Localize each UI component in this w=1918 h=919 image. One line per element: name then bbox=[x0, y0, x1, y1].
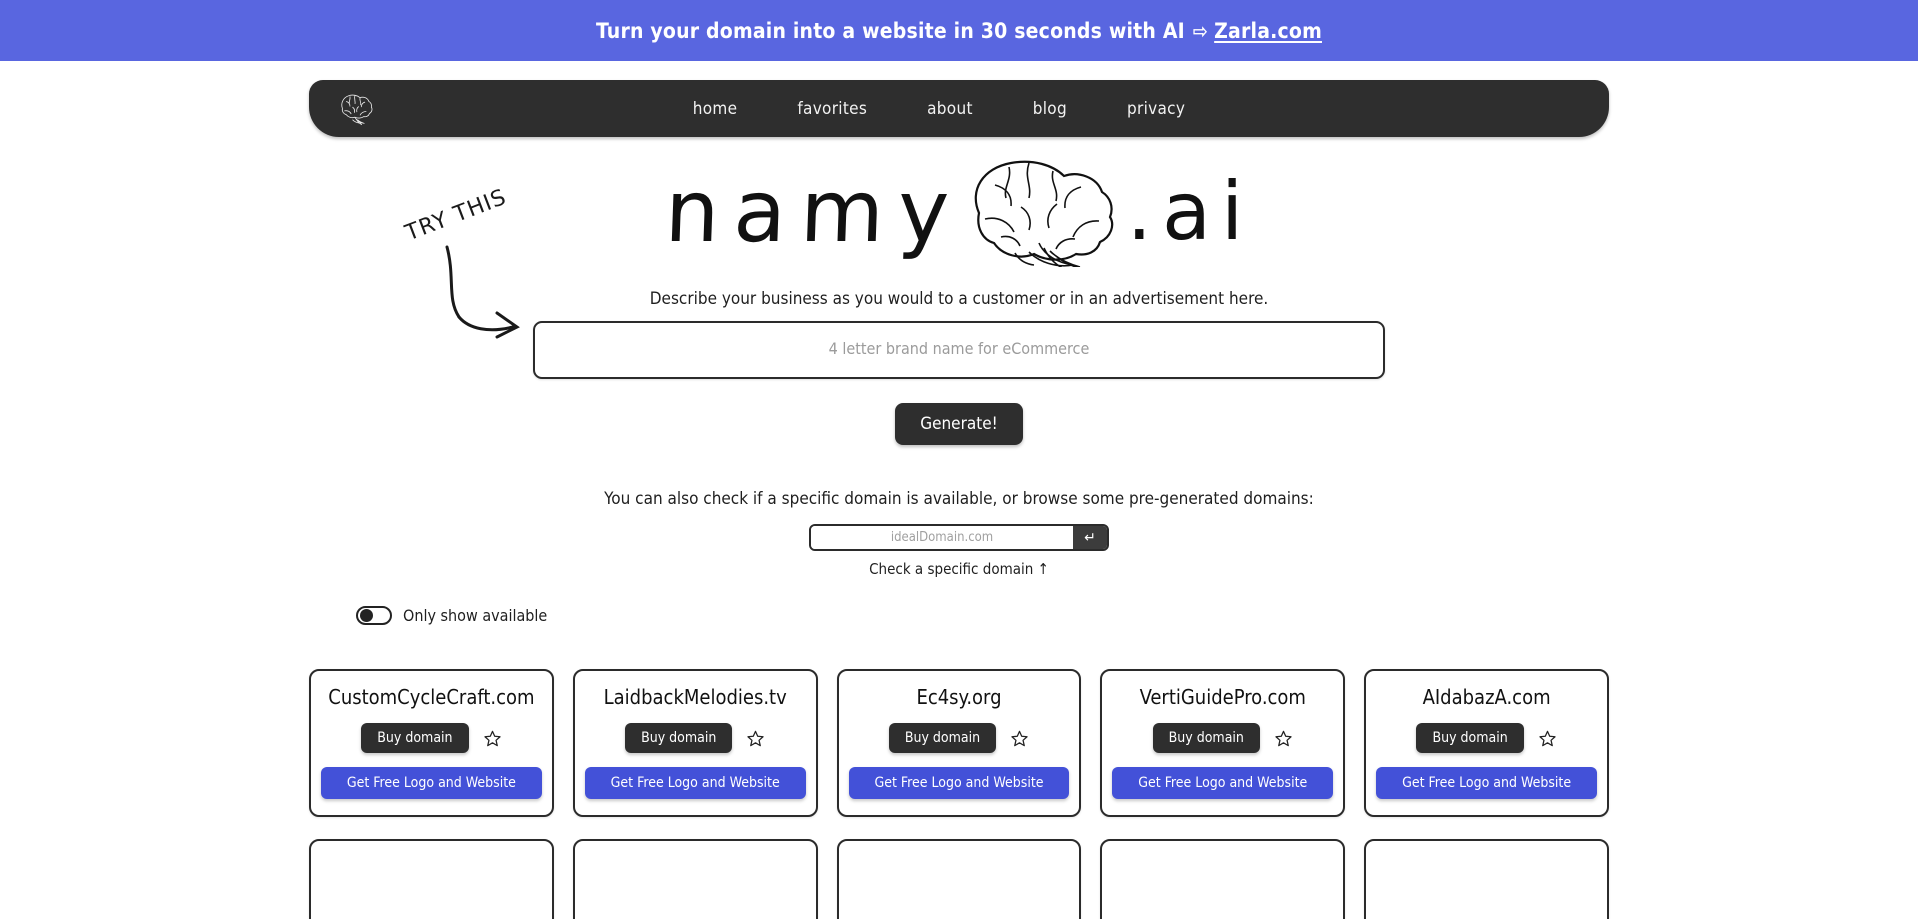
domain-card bbox=[309, 839, 554, 919]
buy-domain-button[interactable]: Buy domain bbox=[361, 723, 469, 753]
domain-card: Ec4sy.org Buy domain Get Free Logo and W… bbox=[836, 669, 1082, 817]
check-domain-intro: You can also check if a specific domain … bbox=[604, 489, 1314, 509]
check-domain-box: ↵ bbox=[809, 524, 1109, 551]
domain-card bbox=[1100, 839, 1346, 919]
card-actions: Buy domain bbox=[585, 723, 806, 753]
buy-domain-button[interactable]: Buy domain bbox=[625, 723, 733, 753]
get-free-logo-button[interactable]: Get Free Logo and Website bbox=[1376, 767, 1597, 799]
nav-item-home[interactable]: home bbox=[693, 99, 738, 119]
promo-banner-text: Turn your domain into a website in 30 se… bbox=[596, 18, 1185, 43]
availability-filter-row: Only show available bbox=[356, 606, 1609, 625]
star-outline-icon[interactable] bbox=[1538, 729, 1557, 748]
domain-name: AIdabazA.com bbox=[1422, 685, 1551, 709]
star-outline-icon[interactable] bbox=[1274, 729, 1293, 748]
card-actions: Buy domain bbox=[849, 723, 1070, 753]
get-free-logo-button[interactable]: Get Free Logo and Website bbox=[584, 767, 806, 799]
get-free-logo-button[interactable]: Get Free Logo and Website bbox=[321, 767, 542, 799]
business-description-input[interactable] bbox=[533, 321, 1385, 379]
brain-logo-icon[interactable] bbox=[335, 89, 375, 129]
domain-card: VertiGuidePro.com Buy domain Get Free Lo… bbox=[1100, 669, 1346, 817]
buy-domain-button[interactable]: Buy domain bbox=[888, 723, 997, 753]
describe-input-wrap bbox=[309, 321, 1609, 379]
only-show-available-toggle[interactable] bbox=[356, 606, 392, 625]
star-outline-icon[interactable] bbox=[483, 729, 502, 748]
wordmark-tld: .ai bbox=[1126, 165, 1254, 258]
buy-domain-button[interactable]: Buy domain bbox=[1416, 723, 1524, 753]
promo-banner-link[interactable]: Zarla.com bbox=[1214, 19, 1322, 43]
toggle-knob bbox=[360, 609, 373, 622]
rightwards-arrow-icon: ⇨ bbox=[1192, 18, 1209, 43]
domain-card: CustomCycleCraft.com Buy domain Get Free… bbox=[309, 669, 554, 817]
get-free-logo-button[interactable]: Get Free Logo and Website bbox=[1112, 767, 1334, 799]
domain-cards-grid: CustomCycleCraft.com Buy domain Get Free… bbox=[309, 669, 1609, 817]
domain-name: LaidbackMelodies.tv bbox=[603, 685, 787, 709]
star-outline-icon[interactable] bbox=[1010, 729, 1029, 748]
nav-links: home favorites about blog privacy bbox=[375, 99, 1503, 119]
describe-label: Describe your business as you would to a… bbox=[649, 289, 1269, 309]
generate-button[interactable]: Generate! bbox=[895, 403, 1023, 445]
nav-item-privacy[interactable]: privacy bbox=[1127, 99, 1185, 119]
navbar: home favorites about blog privacy bbox=[309, 80, 1609, 137]
card-actions: Buy domain bbox=[1376, 723, 1597, 753]
only-show-available-label[interactable]: Only show available bbox=[403, 606, 547, 625]
domain-card bbox=[1364, 839, 1609, 919]
card-actions: Buy domain bbox=[321, 723, 542, 753]
try-this-label: TRY THIS bbox=[402, 184, 511, 247]
card-actions: Buy domain bbox=[1112, 723, 1333, 753]
enter-return-icon[interactable]: ↵ bbox=[1073, 526, 1107, 549]
page-body: home favorites about blog privacy TRY TH… bbox=[0, 61, 1918, 919]
domain-card bbox=[836, 839, 1082, 919]
nav-item-favorites[interactable]: favorites bbox=[797, 99, 867, 119]
nav-item-about[interactable]: about bbox=[927, 99, 973, 119]
generate-button-wrap: Generate! bbox=[309, 403, 1609, 445]
domain-card: LaidbackMelodies.tv Buy domain Get Free … bbox=[572, 669, 818, 817]
domain-cards-grid-next bbox=[309, 839, 1609, 919]
content-container: home favorites about blog privacy TRY TH… bbox=[309, 80, 1609, 919]
domain-name: Ec4sy.org bbox=[916, 685, 1002, 709]
domain-card bbox=[572, 839, 818, 919]
site-wordmark: namy .ai bbox=[662, 157, 1254, 272]
check-domain-row: ↵ bbox=[309, 524, 1609, 551]
hero-section: TRY THIS namy .ai Describe your business… bbox=[309, 157, 1609, 445]
domain-name: VertiGuidePro.com bbox=[1139, 685, 1306, 709]
brain-icon bbox=[957, 157, 1129, 272]
domain-card: AIdabazA.com Buy domain Get Free Logo an… bbox=[1364, 669, 1609, 817]
domain-name: CustomCycleCraft.com bbox=[328, 685, 535, 709]
promo-banner: Turn your domain into a website in 30 se… bbox=[0, 0, 1918, 61]
nav-item-blog[interactable]: blog bbox=[1033, 99, 1067, 119]
check-domain-input[interactable] bbox=[811, 526, 1073, 549]
star-outline-icon[interactable] bbox=[746, 729, 765, 748]
get-free-logo-button[interactable]: Get Free Logo and Website bbox=[848, 767, 1070, 799]
buy-domain-button[interactable]: Buy domain bbox=[1152, 723, 1260, 753]
check-domain-caption: Check a specific domain ↑ bbox=[869, 560, 1049, 578]
wordmark-text: namy bbox=[662, 162, 965, 262]
